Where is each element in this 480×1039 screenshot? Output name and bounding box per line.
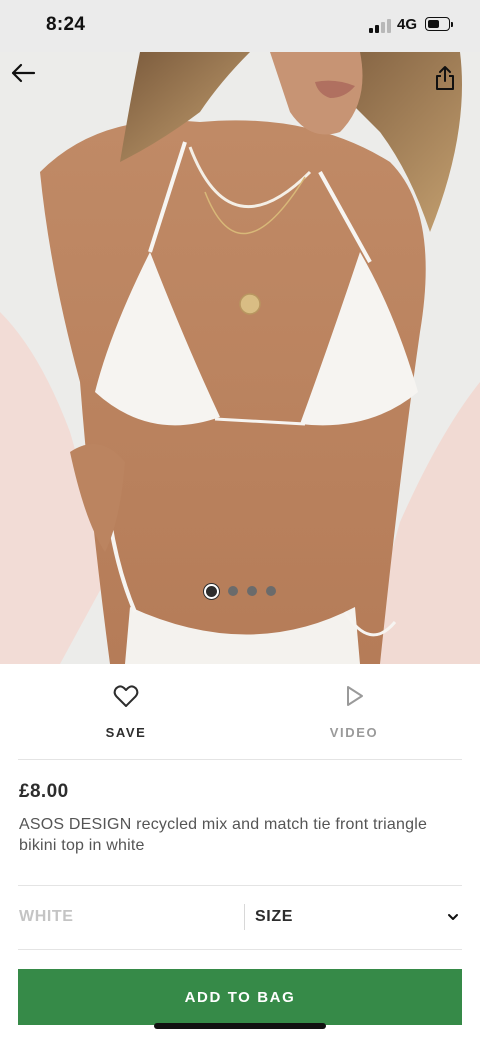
status-bar: 8:24 4G [0,0,480,52]
chevron-down-icon [448,914,458,920]
signal-bar [387,19,391,33]
product-price: £8.00 [19,781,69,802]
play-icon [347,686,363,706]
heart-icon [113,685,139,707]
image-pagination [0,583,480,599]
divider [18,759,462,760]
video-label: VIDEO [329,725,379,740]
size-selector[interactable]: SIZE [255,908,463,930]
variant-selectors: WHITE SIZE [0,886,480,949]
signal-icon [369,19,391,33]
back-button[interactable] [10,63,46,99]
product-title: ASOS DESIGN recycled mix and match tie f… [19,816,428,854]
signal-bar [375,25,379,33]
share-button[interactable] [434,65,470,101]
network-label: 4G [397,16,418,33]
pagination-dot[interactable] [247,586,257,596]
battery-icon [425,17,453,31]
save-label: SAVE [105,725,147,740]
signal-bar [381,22,385,33]
color-selector[interactable]: WHITE [19,908,74,926]
product-page: 8:24 4G SAVE VIDEO £8.00 ASOS DESIGN rec… [0,0,480,1039]
product-photo [0,52,480,664]
selector-divider [244,904,245,930]
arrow-left-icon [11,63,36,83]
status-time: 8:24 [46,14,86,35]
pagination-dot[interactable] [266,586,276,596]
size-label: SIZE [255,908,293,925]
save-button[interactable]: SAVE [66,682,186,740]
video-button[interactable]: VIDEO [294,682,414,740]
pagination-dot[interactable] [228,586,238,596]
pagination-dot[interactable] [204,583,219,599]
home-indicator [154,1023,326,1029]
product-image[interactable] [0,52,480,664]
battery-fill [427,19,439,28]
action-row: SAVE VIDEO [0,664,480,759]
add-to-bag-button[interactable]: ADD TO BAG [18,969,462,1025]
signal-bar [369,28,373,33]
divider [18,949,462,950]
share-icon [436,66,454,90]
